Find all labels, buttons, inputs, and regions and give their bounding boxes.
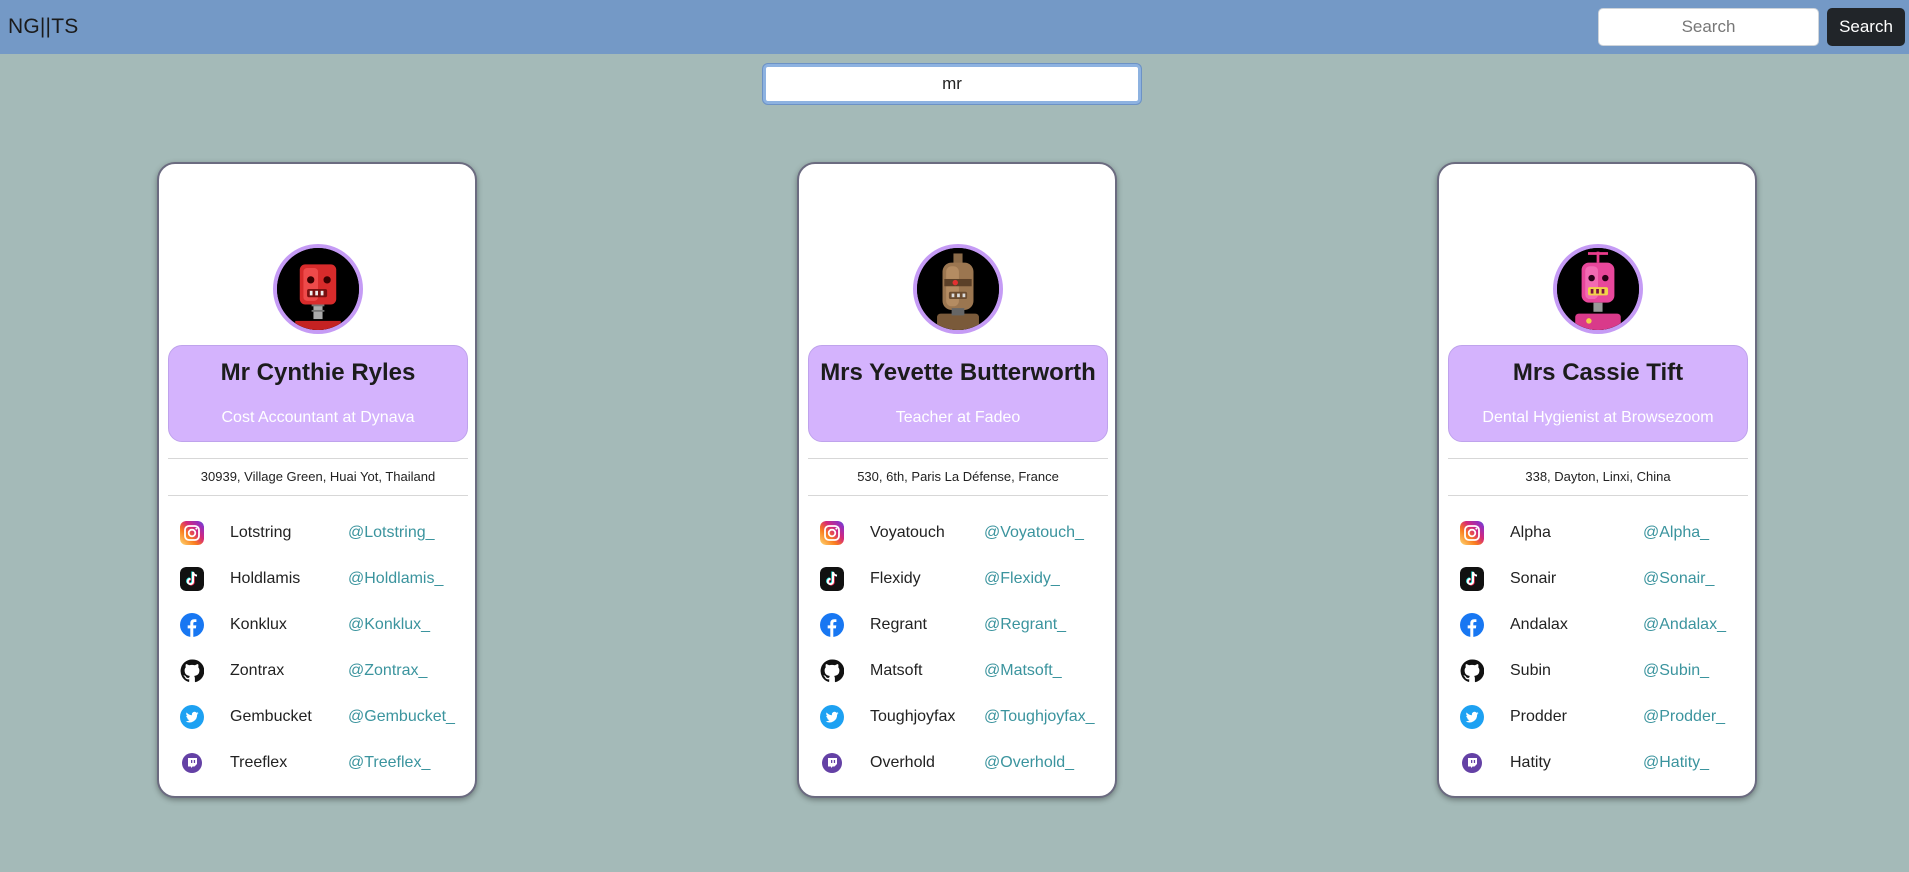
tiktok-icon[interactable] [1460,567,1484,591]
social-name: Konklux [230,616,287,633]
social-handle-link[interactable]: @Regrant_ [984,616,1066,634]
social-handle-link[interactable]: @Konklux_ [348,616,430,634]
tiktok-icon[interactable] [820,567,844,591]
twitch-icon[interactable] [1460,751,1484,775]
brand-logo[interactable]: NG||TS [8,15,78,39]
profile-card: Mr Cynthie Ryles Cost Accountant at Dynav… [157,162,477,798]
github-icon[interactable] [820,659,844,683]
profile-address: 338, Dayton, Linxi, China [1448,458,1748,496]
social-row: Andalax @Andalax_ [1439,610,1755,640]
avatar [1553,244,1643,334]
twitch-icon[interactable] [820,751,844,775]
social-row: Matsoft @Matsoft_ [799,656,1115,686]
social-row: Treeflex @Treeflex_ [159,748,475,778]
social-row: Flexidy @Flexidy_ [799,564,1115,594]
social-row: Prodder @Prodder_ [1439,702,1755,732]
facebook-icon[interactable] [180,613,204,637]
twitter-icon[interactable] [1460,705,1484,729]
twitter-icon[interactable] [180,705,204,729]
github-icon[interactable] [1460,659,1484,683]
social-handle-link[interactable]: @Gembucket_ [348,708,455,726]
social-name: Subin [1510,662,1551,679]
profile-filter-input[interactable] [763,64,1141,104]
profile-header: Mr Cynthie Ryles Cost Accountant at Dynav… [168,345,468,442]
profile-header: Mrs Yevette Butterworth Teacher at Fadeo [808,345,1108,442]
profile-name: Mrs Yevette Butterworth [820,359,1096,386]
social-row: Gembucket @Gembucket_ [159,702,475,732]
social-row: Lotstring @Lotstring_ [159,518,475,548]
navbar-search-button[interactable]: Search [1827,8,1905,46]
social-row: Konklux @Konklux_ [159,610,475,640]
profile-name: Mrs Cassie Tift [1512,359,1684,386]
profile-job: Teacher at Fadeo [895,409,1021,426]
social-row: Zontrax @Zontrax_ [159,656,475,686]
twitter-icon[interactable] [820,705,844,729]
profile-address: 530, 6th, Paris La Défense, France [808,458,1108,496]
social-handle-link[interactable]: @Subin_ [1643,662,1709,680]
navbar: NG||TS Search [0,0,1909,54]
profile-job: Dental Hygienist at Browsezoom [1482,409,1714,426]
social-handle-link[interactable]: @Matsoft_ [984,662,1062,680]
facebook-icon[interactable] [1460,613,1484,637]
social-name: Alpha [1510,524,1551,541]
social-handle-link[interactable]: @Voyatouch_ [984,524,1084,542]
social-name: Lotstring [230,524,292,541]
profile-header: Mrs Cassie Tift Dental Hygienist at Brows… [1448,345,1748,442]
social-name: Voyatouch [870,524,945,541]
social-handle-link[interactable]: @Prodder_ [1643,708,1725,726]
social-row: Toughjoyfax @Toughjoyfax_ [799,702,1115,732]
facebook-icon[interactable] [820,613,844,637]
social-handle-link[interactable]: @Lotstring_ [348,524,435,542]
social-row: Alpha @Alpha_ [1439,518,1755,548]
profile-card: Mrs Cassie Tift Dental Hygienist at Brows… [1437,162,1757,798]
instagram-icon[interactable] [820,521,844,545]
social-name: Regrant [870,616,927,633]
profile-name: Mr Cynthie Ryles [220,359,416,386]
social-handle-link[interactable]: @Treeflex_ [348,754,430,772]
social-row: Sonair @Sonair_ [1439,564,1755,594]
social-row: Voyatouch @Voyatouch_ [799,518,1115,548]
social-name: Prodder [1510,708,1567,725]
social-name: Zontrax [230,662,285,679]
avatar [913,244,1003,334]
twitch-icon[interactable] [180,751,204,775]
instagram-icon[interactable] [1460,521,1484,545]
social-name: Holdlamis [230,570,301,587]
profile-address: 30939, Village Green, Huai Yot, Thailand [168,458,468,496]
navbar-search-input[interactable] [1598,8,1819,46]
social-name: Andalax [1510,616,1568,633]
social-handle-link[interactable]: @Zontrax_ [348,662,427,680]
social-name: Sonair [1510,570,1557,587]
profile-card: Mrs Yevette Butterworth Teacher at Fadeo 5… [797,162,1117,798]
instagram-icon[interactable] [180,521,204,545]
social-handle-link[interactable]: @Sonair_ [1643,570,1714,588]
social-handle-link[interactable]: @Hatity_ [1643,754,1709,772]
social-name: Gembucket [230,708,312,725]
social-handle-link[interactable]: @Andalax_ [1643,616,1726,634]
social-row: Holdlamis @Holdlamis_ [159,564,475,594]
social-name: Flexidy [870,570,921,587]
social-name: Toughjoyfax [870,708,956,725]
profile-job: Cost Accountant at Dynava [221,409,415,426]
social-name: Treeflex [230,754,288,771]
social-row: Hatity @Hatity_ [1439,748,1755,778]
social-row: Regrant @Regrant_ [799,610,1115,640]
github-icon[interactable] [180,659,204,683]
social-handle-link[interactable]: @Overhold_ [984,754,1074,772]
social-row: Overhold @Overhold_ [799,748,1115,778]
social-row: Subin @Subin_ [1439,656,1755,686]
social-name: Matsoft [870,662,923,679]
social-handle-link[interactable]: @Flexidy_ [984,570,1060,588]
social-handle-link[interactable]: @Holdlamis_ [348,570,443,588]
social-handle-link[interactable]: @Toughjoyfax_ [984,708,1095,726]
social-name: Overhold [870,754,935,771]
social-name: Hatity [1510,754,1551,771]
avatar [273,244,363,334]
tiktok-icon[interactable] [180,567,204,591]
social-handle-link[interactable]: @Alpha_ [1643,524,1709,542]
